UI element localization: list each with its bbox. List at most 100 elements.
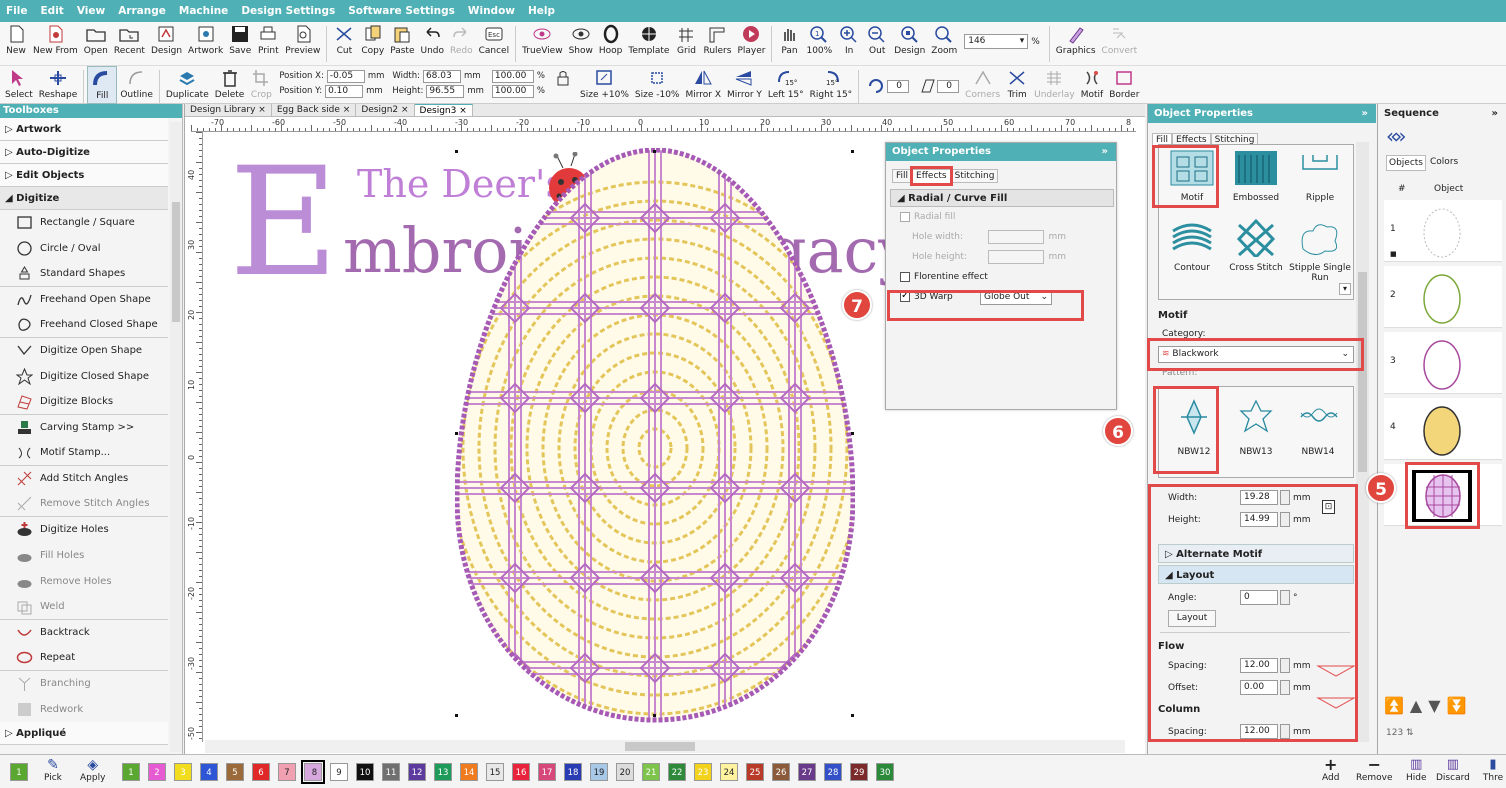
expand-chevron-icon[interactable]: » (1362, 104, 1368, 123)
doc-tab-4[interactable]: Design3 × (414, 104, 473, 116)
column-spacing-input[interactable]: 12.00 (1240, 724, 1278, 739)
layout-section[interactable]: ◢ Layout (1158, 565, 1354, 584)
fill-type-embossed[interactable]: Embossed (1225, 149, 1287, 203)
move-to-top-icon[interactable]: ⏫ (1384, 696, 1404, 715)
menu-view[interactable]: View (77, 5, 105, 17)
sequence-item[interactable]: 3 (1384, 332, 1502, 394)
radial-curve-fill-section[interactable]: ◢ Radial / Curve Fill (890, 189, 1114, 207)
color-swatch-5[interactable]: 5 (226, 763, 244, 781)
motif-width-input[interactable]: 19.28 (1240, 490, 1278, 505)
toolbox-section-auto-digitize[interactable]: ▷ Auto-Digitize (0, 141, 168, 164)
convert-button[interactable]: Convert (1099, 22, 1141, 66)
hole-height-input[interactable] (988, 250, 1045, 264)
3d-warp-row[interactable]: 3D WarpGlobe Out⌄ (886, 287, 1116, 307)
size-plus-button[interactable]: Size +10% (577, 66, 632, 104)
tool-digitize-closed-shape[interactable]: Digitize Closed Shape (0, 364, 168, 390)
selection-handle[interactable] (653, 714, 656, 717)
out-button[interactable]: Out (863, 22, 891, 66)
pattern-nbw13[interactable]: NBW13 (1225, 397, 1287, 457)
proportional-lock-button[interactable] (549, 66, 577, 104)
color-swatch-3[interactable]: 3 (174, 763, 192, 781)
menu-arrange[interactable]: Arrange (118, 5, 166, 17)
pattern-nbw14[interactable]: NBW14 (1287, 397, 1349, 457)
warp-type-select[interactable]: Globe Out ⌄ (980, 289, 1052, 305)
border-button[interactable]: Border (1106, 66, 1142, 104)
tool-remove-holes[interactable]: Remove Holes (0, 568, 168, 594)
menu-file[interactable]: File (6, 5, 28, 17)
paste-button[interactable]: Paste (387, 22, 417, 66)
tool-digitize-open-shape[interactable]: Digitize Open Shape (0, 338, 168, 364)
color-swatch-14[interactable]: 14 (460, 763, 478, 781)
nav-next-icon[interactable]: » (1394, 124, 1406, 148)
slant-control[interactable]: 0 (912, 66, 962, 104)
tab-colors[interactable]: Colors (1428, 155, 1460, 171)
open-button[interactable]: Open (81, 22, 111, 66)
color-swatch-23[interactable]: 23 (694, 763, 712, 781)
select-button[interactable]: Select (2, 66, 36, 104)
player-button[interactable]: Player (734, 22, 768, 66)
mirror-x-button[interactable]: Mirror X (682, 66, 724, 104)
motif-height-input[interactable]: 14.99 (1240, 512, 1278, 527)
florentine-row[interactable]: Florentine effect (886, 267, 1116, 287)
new-button[interactable]: New (2, 22, 30, 66)
tool-freehand-open-shape[interactable]: Freehand Open Shape (0, 287, 168, 313)
tool-repeat[interactable]: Repeat (0, 645, 168, 671)
undo-button[interactable]: Undo (417, 22, 447, 66)
selection-handle[interactable] (653, 150, 656, 153)
design-button[interactable]: Design (891, 22, 928, 66)
aspect-lock-icon[interactable]: ⊡ (1322, 500, 1335, 514)
selection-handle[interactable] (455, 432, 458, 435)
selection-handle[interactable] (851, 432, 854, 435)
template-button[interactable]: Template (625, 22, 672, 66)
duplicate-button[interactable]: Duplicate (163, 66, 212, 104)
trueview-button[interactable]: TrueView (519, 22, 565, 66)
pan-button[interactable]: Pan (775, 22, 803, 66)
tool-rectangle-square[interactable]: Rectangle / Square (0, 210, 168, 236)
tool-branching[interactable]: Branching (0, 671, 168, 697)
zoom-level-select[interactable]: 146 ▾ (964, 34, 1029, 49)
color-swatch-26[interactable]: 26 (772, 763, 790, 781)
color-swatch-12[interactable]: 12 (408, 763, 426, 781)
artwork-button[interactable]: Artwork (185, 22, 226, 66)
tool-motif-stamp[interactable]: Motif Stamp... (0, 440, 168, 466)
width-percent-input[interactable]: 100.00 (491, 70, 534, 83)
radial-fill-checkbox[interactable] (900, 212, 910, 222)
color-swatch-19[interactable]: 19 (590, 763, 608, 781)
toolbox-section-edit-objects[interactable]: ▷ Edit Objects (0, 164, 168, 187)
spin-button[interactable] (1280, 680, 1290, 695)
in-button[interactable]: In (835, 22, 863, 66)
zoom-button[interactable]: Zoom (928, 22, 960, 66)
color-swatch-25[interactable]: 25 (746, 763, 764, 781)
discard-color-button[interactable]: ▥ Discard (1436, 757, 1470, 783)
color-swatch-18[interactable]: 18 (564, 763, 582, 781)
sequence-item[interactable]: 1 ■ (1384, 200, 1502, 262)
spin-button[interactable] (1280, 490, 1290, 505)
menu-software-settings[interactable]: Software Settings (348, 5, 455, 17)
height-percent-input[interactable]: 100.00 (491, 85, 534, 98)
cut-button[interactable]: Cut (330, 22, 358, 66)
color-swatch-9[interactable]: 9 (330, 763, 348, 781)
3d-warp-checkbox[interactable] (900, 290, 910, 302)
color-swatch-7[interactable]: 7 (278, 763, 296, 781)
100-button[interactable]: 1 100% (803, 22, 835, 66)
tool-backtrack[interactable]: Backtrack (0, 620, 168, 646)
toolbox-scrollbar[interactable] (170, 122, 182, 752)
fill-type-ripple[interactable]: Ripple (1289, 149, 1351, 203)
outline-button[interactable]: Outline (117, 66, 156, 104)
tool-fill-holes[interactable]: Fill Holes (0, 543, 168, 569)
menu-edit[interactable]: Edit (41, 5, 64, 17)
sequence-item[interactable]: 2 (1384, 266, 1502, 328)
color-swatch-24[interactable]: 24 (720, 763, 738, 781)
object-properties-scrollbar[interactable] (1356, 142, 1369, 742)
hole-width-input[interactable] (988, 230, 1045, 244)
tool-digitize-holes[interactable]: Digitize Holes (0, 517, 168, 543)
color-swatch-30[interactable]: 30 (876, 763, 894, 781)
doc-tab-1[interactable]: Design Library × (185, 104, 272, 116)
toolbox-section-applique[interactable]: ▷ Appliqué (0, 721, 168, 745)
size-minus-button[interactable]: Size -10% (632, 66, 683, 104)
expand-chevron-icon[interactable]: » (1102, 143, 1108, 161)
menu-help[interactable]: Help (528, 5, 555, 17)
selection-handle[interactable] (851, 150, 854, 153)
selection-handle[interactable] (455, 150, 458, 153)
color-swatch-8[interactable]: 8 (301, 760, 325, 784)
